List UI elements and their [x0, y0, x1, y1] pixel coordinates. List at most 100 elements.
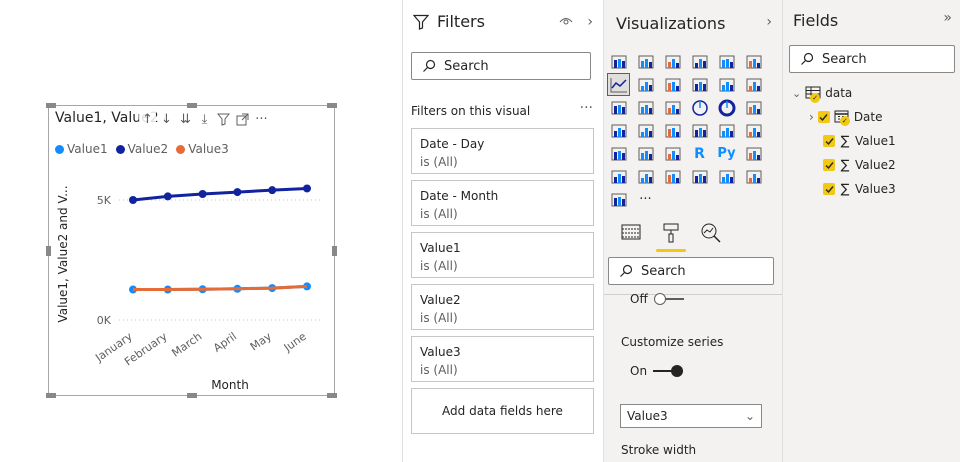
data-point-value2 — [303, 184, 311, 193]
field-value3[interactable]: ∑ Value3 — [823, 179, 896, 199]
format-search-input[interactable]: Search — [608, 257, 774, 285]
table-name: data — [825, 86, 853, 100]
filter-card-date-month[interactable]: Date - Month is (All) — [411, 180, 594, 226]
resize-handle-top[interactable] — [187, 103, 197, 108]
format-search-placeholder: Search — [641, 263, 686, 279]
field-checkbox[interactable] — [823, 159, 835, 171]
card-icon[interactable] — [688, 119, 711, 142]
resize-handle-bottom-right[interactable] — [327, 393, 337, 398]
y-tick-label: 0K — [97, 314, 112, 327]
tab-analytics[interactable] — [698, 222, 724, 252]
python-visual-icon[interactable]: Py — [715, 142, 738, 165]
table-node-data[interactable]: ⌄ ✓ data — [792, 83, 852, 103]
field-value2[interactable]: ∑ Value2 — [823, 155, 896, 175]
chevron-right-icon[interactable]: › — [809, 110, 814, 124]
100-bar-icon[interactable] — [715, 50, 738, 73]
stacked-area-icon[interactable] — [661, 73, 684, 96]
filters-search-input[interactable]: Search — [411, 52, 591, 80]
waterfall-icon[interactable] — [607, 96, 630, 119]
visualizations-pane: Visualizations › R Py ··· Search Off Custo… — [603, 0, 783, 462]
line-chart-icon[interactable] — [607, 73, 630, 96]
resize-handle-top-right[interactable] — [327, 103, 337, 108]
decomposition-tree-icon[interactable] — [607, 165, 630, 188]
toggle-track — [653, 293, 684, 305]
clustered-column-icon[interactable] — [688, 50, 711, 73]
add-data-fields-dropzone[interactable]: Add data fields here — [411, 388, 594, 434]
slicer-icon[interactable] — [607, 142, 630, 165]
filter-card-field: Value1 — [420, 241, 461, 255]
ribbon-chart-icon[interactable] — [742, 73, 765, 96]
field-label: Value2 — [855, 158, 896, 172]
table-icon[interactable] — [634, 142, 657, 165]
tab-fields-well[interactable] — [618, 222, 644, 252]
search-icon — [801, 52, 814, 65]
filters-header-actions: › — [559, 14, 593, 30]
resize-handle-bottom[interactable] — [187, 393, 197, 398]
field-label: Date — [853, 110, 883, 124]
filter-card-value1[interactable]: Value1 is (All) — [411, 232, 594, 278]
matrix-icon[interactable] — [661, 142, 684, 165]
chevron-right-icon[interactable]: › — [766, 14, 772, 30]
line-chart-visual[interactable]: Value1, Value2 and Value3 by Month ↑ ↓ ⇊… — [46, 103, 337, 398]
filled-map-icon[interactable] — [634, 119, 657, 142]
scatter-icon[interactable] — [661, 96, 684, 119]
field-label: Value1 — [855, 134, 896, 148]
y-axis-title: Value1, Value2 and V... — [56, 185, 70, 322]
filters-title: Filters — [437, 12, 485, 31]
funnel-icon[interactable] — [634, 96, 657, 119]
chevron-down-icon[interactable]: ⌄ — [792, 87, 801, 100]
multi-row-card-icon[interactable] — [715, 119, 738, 142]
checkmark-badge-icon: ✓ — [839, 116, 850, 126]
resize-handle-bottom-left[interactable] — [46, 393, 56, 398]
arcgis-map-icon[interactable] — [715, 165, 738, 188]
clustered-bar-icon[interactable] — [661, 50, 684, 73]
y-tick-label: 5K — [97, 194, 112, 207]
power-apps-icon[interactable] — [742, 165, 765, 188]
field-checkbox[interactable] — [823, 135, 835, 147]
stacked-column-icon[interactable] — [634, 50, 657, 73]
treemap-icon[interactable] — [742, 96, 765, 119]
chevron-right-icon[interactable]: › — [587, 14, 593, 30]
field-checkbox[interactable] — [817, 111, 830, 123]
eye-icon[interactable] — [559, 14, 573, 28]
r-visual-icon[interactable]: R — [688, 142, 711, 165]
resize-handle-right[interactable] — [332, 246, 337, 256]
power-automate-icon[interactable] — [607, 188, 630, 211]
line-clustered-column-icon[interactable] — [715, 73, 738, 96]
toggle-label: On — [630, 364, 648, 378]
series-select[interactable]: Value3 ⌄ — [620, 404, 762, 428]
off-toggle[interactable]: Off — [630, 292, 684, 306]
field-value1[interactable]: ∑ Value1 — [823, 131, 896, 151]
qa-icon[interactable] — [634, 165, 657, 188]
smart-narrative-icon[interactable] — [661, 165, 684, 188]
filter-card-value3[interactable]: Value3 is (All) — [411, 336, 594, 382]
filter-card-date-day[interactable]: Date - Day is (All) — [411, 128, 594, 174]
stacked-bar-icon[interactable] — [607, 50, 630, 73]
stroke-width-label: Stroke width — [621, 443, 697, 457]
area-chart-icon[interactable] — [634, 73, 657, 96]
pie-icon[interactable] — [688, 96, 711, 119]
more-options-icon[interactable]: ··· — [580, 100, 593, 116]
gauge-icon[interactable] — [661, 119, 684, 142]
paginated-report-icon[interactable] — [688, 165, 711, 188]
customize-series-toggle[interactable]: On — [630, 364, 684, 378]
more-visuals-icon[interactable]: ··· — [634, 188, 657, 211]
tab-format[interactable] — [656, 222, 686, 252]
donut-icon[interactable] — [715, 96, 738, 119]
resize-handle-top-left[interactable] — [46, 103, 56, 108]
field-checkbox[interactable] — [823, 183, 835, 195]
data-point-value2 — [268, 186, 277, 195]
100-column-icon[interactable] — [742, 50, 765, 73]
chevron-down-icon: ⌄ — [744, 409, 755, 423]
kpi-icon[interactable] — [742, 119, 765, 142]
filter-card-value2[interactable]: Value2 is (All) — [411, 284, 594, 330]
double-chevron-right-icon[interactable]: » — [943, 10, 952, 26]
field-date[interactable]: › ✓ Date — [809, 107, 883, 127]
fields-search-input[interactable]: Search — [789, 45, 955, 73]
key-influencers-icon[interactable] — [742, 142, 765, 165]
series-line-value2 — [132, 186, 308, 202]
map-icon[interactable] — [607, 119, 630, 142]
resize-handle-left[interactable] — [46, 246, 51, 256]
line-column-icon[interactable] — [688, 73, 711, 96]
x-axis-title: Month — [211, 378, 249, 392]
